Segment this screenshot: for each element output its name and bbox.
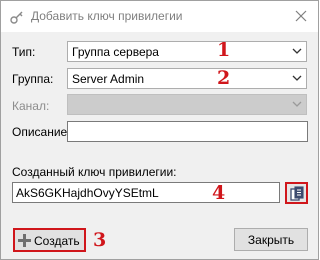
close-button-label: Закрыть [247,233,295,247]
window-close-button[interactable] [284,1,318,32]
title-bar: Добавить ключ привилегии [1,1,318,32]
description-input[interactable] [67,121,308,142]
copy-key-button[interactable] [285,182,308,204]
add-privilege-key-dialog: Добавить ключ привилегии Тип: Группа сер… [0,0,319,260]
chevron-down-icon [292,48,302,54]
close-button[interactable]: Закрыть [234,228,308,251]
generated-key-field[interactable]: AkS6GKHajdhOvyYSEtmL [12,182,280,203]
type-label: Тип: [12,45,36,59]
generated-key-value: AkS6GKHajdhOvyYSEtmL [16,186,159,200]
generated-key-label: Созданный ключ привилегии: [12,165,177,179]
group-select[interactable]: Server Admin [67,68,307,89]
channel-select[interactable] [67,94,307,115]
key-privilege-icon [10,11,23,24]
chevron-down-icon [292,101,302,107]
type-select[interactable]: Группа сервера [67,41,307,62]
create-button-label: Создать [34,234,80,248]
description-label: Описание: [12,125,71,139]
window-title: Добавить ключ привилегии [31,9,183,23]
chevron-down-icon [292,75,302,81]
copy-icon [290,186,304,201]
annotation-marker-3: 3 [93,229,107,251]
annotation-marker-2: 2 [217,67,231,89]
group-label: Группа: [12,72,54,86]
plus-icon [18,234,31,247]
close-icon [295,10,307,22]
type-select-value: Группа сервера [72,45,159,59]
group-select-value: Server Admin [72,72,145,86]
annotation-marker-4: 4 [212,182,226,204]
create-button[interactable]: Создать [13,228,86,252]
channel-label: Канал: [12,99,50,113]
annotation-marker-1: 1 [217,39,231,61]
